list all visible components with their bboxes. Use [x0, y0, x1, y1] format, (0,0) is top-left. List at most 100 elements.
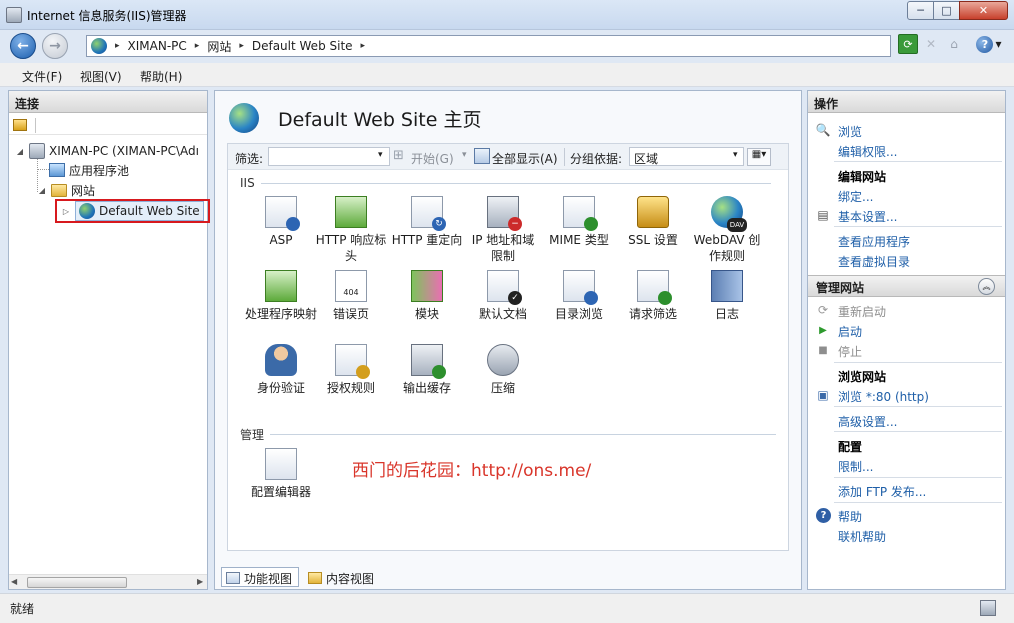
feature-asp[interactable]: ASP [244, 196, 318, 268]
help-icon: ? [816, 508, 831, 523]
feature-authorization-rules[interactable]: 授权规则 [314, 344, 388, 416]
chevron-down-icon[interactable]: ▾ [462, 150, 467, 160]
binoculars-icon[interactable]: ⊞ [393, 148, 409, 164]
action-view-applications[interactable]: 查看应用程序 [838, 233, 910, 250]
menu-bar: 文件(F) 视图(V) 帮助(H) [0, 63, 1014, 87]
connections-toolbar [9, 115, 207, 135]
chevron-down-icon[interactable]: ▾ [378, 150, 383, 160]
back-button[interactable]: ← [10, 33, 36, 59]
breadcrumb-sites[interactable]: 网站 [207, 38, 231, 55]
action-advanced-settings[interactable]: 高级设置... [838, 413, 897, 430]
feature-handler-mappings[interactable]: 处理程序映射 [244, 270, 318, 342]
menu-view[interactable]: 视图(V) [80, 68, 122, 85]
feature-ssl-settings[interactable]: SSL 设置 [616, 196, 690, 268]
chevron-down-icon[interactable]: ▾ [733, 150, 738, 160]
magnifier-icon [584, 291, 598, 305]
breadcrumb-arrow-icon[interactable]: ▸ [195, 41, 200, 51]
feature-compression[interactable]: 压缩 [466, 344, 540, 416]
action-online-help[interactable]: 联机帮助 [838, 528, 886, 545]
feature-label: 处理程序映射 [244, 307, 317, 321]
group-by-select[interactable]: 区域 [629, 147, 744, 166]
feature-modules[interactable]: 模块 [390, 270, 464, 342]
minimize-button[interactable]: ─ [907, 1, 934, 20]
action-browse-port-80[interactable]: 浏览 *:80 (http) [838, 388, 929, 405]
breadcrumb-arrow-icon[interactable]: ▸ [115, 41, 120, 51]
action-edit-permissions[interactable]: 编辑权限... [838, 143, 897, 160]
lock-icon [637, 196, 669, 228]
features-view-icon [226, 572, 240, 584]
refresh-button[interactable]: ⟳ [898, 34, 918, 54]
tree-item-sites[interactable]: ◢ 网站 [37, 181, 95, 199]
action-start[interactable]: 启动 [838, 323, 862, 340]
action-basic-settings[interactable]: 基本设置... [838, 208, 897, 225]
breadcrumb-arrow-icon[interactable]: ▸ [239, 41, 244, 51]
start-filter-button[interactable]: 开始(G) [411, 150, 454, 167]
feature-default-document[interactable]: ✓ 默认文档 [466, 270, 540, 342]
stop-icon[interactable]: ✕ [922, 34, 940, 54]
breadcrumb-server[interactable]: XIMAN-PC [128, 39, 187, 53]
connect-folder-icon[interactable] [13, 119, 27, 131]
maximize-button[interactable]: □ [933, 1, 960, 20]
filter-input[interactable] [268, 147, 390, 166]
action-browse[interactable]: 浏览 [838, 123, 862, 140]
scroll-thumb[interactable] [27, 577, 127, 588]
feature-directory-browsing[interactable]: 目录浏览 [542, 270, 616, 342]
feature-ip-domain-restrictions[interactable]: − IP 地址和域限制 [466, 196, 540, 268]
show-all-button[interactable]: 全部显示(A) [492, 150, 558, 167]
feature-mime-types[interactable]: MIME 类型 [542, 196, 616, 268]
section-edit-site: 编辑网站 [838, 170, 887, 184]
action-limits[interactable]: 限制... [838, 458, 873, 475]
response-headers-icon [335, 196, 367, 228]
feature-label: 请求筛选 [628, 307, 677, 321]
feature-configuration-editor[interactable]: 配置编辑器 [244, 448, 318, 520]
scroll-left-icon[interactable]: ◀ [11, 577, 17, 586]
feature-authentication[interactable]: 身份验证 [244, 344, 318, 416]
address-bar[interactable]: ▸ XIMAN-PC ▸ 网站 ▸ Default Web Site ▸ [86, 35, 891, 57]
menu-file[interactable]: 文件(F) [22, 68, 62, 85]
tree-expand-icon[interactable]: ◢ [37, 186, 47, 195]
modules-icon [411, 270, 443, 302]
close-button[interactable]: ✕ [959, 1, 1008, 20]
tree-expand-icon[interactable]: ◢ [15, 147, 25, 156]
breadcrumb-site[interactable]: Default Web Site [252, 39, 353, 53]
watermark-text: 西门的后花园：http://ons.me/ [352, 461, 592, 481]
forward-button[interactable]: → [42, 33, 68, 59]
check-icon: ✓ [508, 291, 522, 305]
feature-webdav-authoring-rules[interactable]: DAV WebDAV 创作规则 [690, 196, 764, 268]
redirect-icon: ↻ [411, 196, 446, 231]
directory-browsing-icon [563, 270, 598, 305]
section-manage-site: 管理网站 [808, 275, 1005, 297]
help-menu-button[interactable]: ? ▾ [972, 34, 1006, 54]
default-document-icon: ✓ [487, 270, 522, 305]
tab-content-view[interactable]: 内容视图 [303, 567, 381, 587]
home-icon[interactable]: ⌂ [944, 34, 964, 54]
tab-features-view[interactable]: 功能视图 [221, 567, 300, 587]
action-add-ftp-publishing[interactable]: 添加 FTP 发布... [838, 483, 926, 500]
menu-help[interactable]: 帮助(H) [140, 68, 182, 85]
view-mode-button[interactable]: ▦▾ [747, 148, 771, 166]
feature-label: IP 地址和域限制 [471, 233, 535, 263]
scroll-right-icon[interactable]: ▶ [197, 577, 203, 586]
feature-http-response-headers[interactable]: HTTP 响应标头 [314, 196, 388, 268]
selected-site-label[interactable]: Default Web Site [75, 201, 204, 221]
feature-output-caching[interactable]: 输出缓存 [390, 344, 464, 416]
tree-item-app-pools[interactable]: 应用程序池 [49, 161, 129, 179]
tree-item-server[interactable]: ◢ XIMAN-PC (XIMAN-PC\Adı [15, 142, 199, 160]
feature-http-redirect[interactable]: ↻ HTTP 重定向 [390, 196, 464, 268]
browse-icon: 🔍 [815, 123, 831, 137]
tree-item-default-web-site[interactable]: ▷ Default Web Site [55, 199, 210, 223]
action-bindings[interactable]: 绑定... [838, 188, 873, 205]
feature-request-filtering[interactable]: 请求筛选 [616, 270, 690, 342]
feature-logging[interactable]: 日志 [690, 270, 764, 342]
action-view-virtual-directories[interactable]: 查看虚拟目录 [838, 253, 910, 270]
feature-error-pages[interactable]: 404 错误页 [314, 270, 388, 342]
action-restart[interactable]: 重新启动 [838, 303, 886, 320]
breadcrumb-arrow-icon[interactable]: ▸ [361, 41, 366, 51]
features-pane: Default Web Site 主页 筛选: ▾ ⊞ 开始(G) ▾ 全部显示… [214, 90, 802, 590]
horizontal-scrollbar[interactable]: ◀ ▶ [9, 574, 207, 589]
tree-collapse-icon[interactable]: ▷ [61, 207, 71, 216]
show-all-icon[interactable] [474, 148, 490, 164]
action-help[interactable]: 帮助 [838, 508, 862, 525]
action-stop[interactable]: 停止 [838, 343, 862, 360]
collapse-section-icon[interactable]: ︽ [978, 278, 995, 295]
